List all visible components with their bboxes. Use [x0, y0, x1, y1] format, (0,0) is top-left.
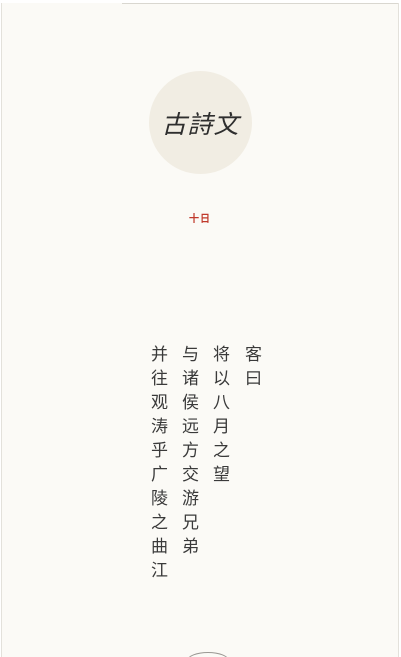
- poem-body: 客曰 将以八月之望 与诸侯远方交游兄弟 并往观涛乎广陵之曲江: [2, 345, 398, 605]
- scroll-indicator-icon[interactable]: [187, 652, 229, 657]
- poem-column: 客曰: [241, 345, 261, 393]
- poem-column: 并往观涛乎广陵之曲江: [147, 345, 167, 585]
- page-container: 古詩文 十日 客曰 将以八月之望 与诸侯远方交游兄弟 并往观涛乎广陵之曲江: [1, 3, 399, 657]
- site-logo[interactable]: 古詩文: [149, 71, 252, 174]
- logo-title: 古詩文: [161, 109, 240, 139]
- poem-column: 将以八月之望: [209, 345, 229, 489]
- poem-column: 与诸侯远方交游兄弟: [178, 345, 198, 561]
- date-label: 十日: [189, 214, 211, 225]
- top-divider: [122, 3, 398, 7]
